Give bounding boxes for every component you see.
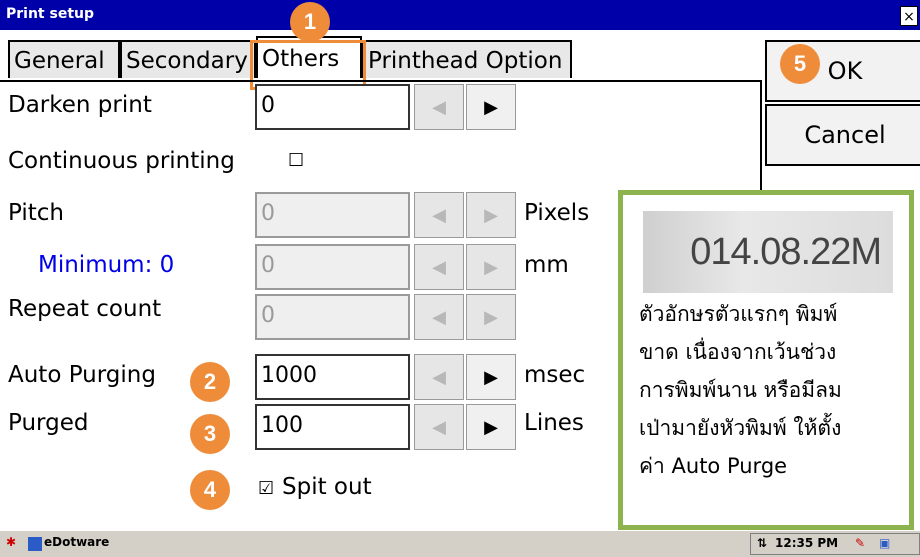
repeat-count-input[interactable]: 0	[255, 294, 410, 340]
minimum-decrease[interactable]: ◀	[414, 244, 464, 290]
taskbar-app[interactable]: eDotware	[44, 535, 109, 549]
right-arrow-icon: ▶	[484, 366, 498, 388]
callout-note: 014.08.22M ตัวอักษรตัวแรกๆ พิมพ์ ขาด เนื…	[618, 190, 914, 530]
repeat-count-decrease[interactable]: ◀	[414, 294, 464, 340]
right-arrow-icon: ▶	[484, 256, 498, 278]
repeat-count-increase[interactable]: ▶	[466, 294, 516, 340]
taskbar: ✱ eDotware ⇅ 12:35 PM ✎ ▣	[0, 530, 920, 557]
minimum-unit: mm	[524, 252, 569, 278]
callout-line: เป่ามายังหัวพิมพ์ ให้ตั้ง	[639, 416, 842, 440]
callout-line: ขาด เนื่องจากเว้นช่วง	[639, 340, 837, 364]
minimum-label: Minimum: 0	[38, 252, 175, 278]
pitch-unit: Pixels	[524, 200, 590, 226]
purged-input[interactable]: 100	[255, 404, 410, 450]
desktop-icon[interactable]: ▣	[879, 536, 890, 550]
minimum-increase[interactable]: ▶	[466, 244, 516, 290]
darken-print-label: Darken print	[8, 92, 152, 118]
left-arrow-icon: ◀	[432, 256, 446, 278]
repeat-count-label: Repeat count	[8, 296, 162, 322]
clock: 12:35 PM	[775, 536, 839, 550]
close-icon[interactable]: ×	[900, 6, 918, 26]
tab-label: Secondary	[126, 48, 248, 74]
tab-secondary[interactable]: Secondary	[120, 40, 256, 78]
purged-label: Purged	[8, 410, 89, 436]
continuous-printing-checkbox[interactable]: ☐	[288, 150, 304, 171]
system-tray: ⇅ 12:35 PM ✎ ▣	[750, 533, 920, 555]
step-badge-2: 2	[190, 362, 230, 402]
spit-out-checkbox[interactable]: ☑	[258, 478, 274, 499]
network-icon: ⇅	[757, 536, 768, 550]
tab-printhead-option[interactable]: Printhead Option	[362, 40, 572, 78]
window-title: Print setup	[6, 6, 95, 22]
left-arrow-icon: ◀	[432, 96, 446, 118]
pitch-input[interactable]: 0	[255, 192, 410, 238]
purged-increase[interactable]: ▶	[466, 404, 516, 450]
app-icon	[28, 537, 42, 551]
step-badge-5: 5	[780, 44, 820, 84]
step-badge-4: 4	[190, 470, 230, 510]
right-arrow-icon: ▶	[484, 204, 498, 226]
left-arrow-icon: ◀	[432, 204, 446, 226]
pitch-decrease[interactable]: ◀	[414, 192, 464, 238]
cancel-label: Cancel	[804, 121, 886, 149]
callout-line: การพิมพ์นาน หรือมีลม	[639, 378, 842, 402]
purged-decrease[interactable]: ◀	[414, 404, 464, 450]
auto-purging-label: Auto Purging	[8, 362, 156, 388]
start-icon[interactable]: ✱	[6, 535, 16, 549]
pitch-increase[interactable]: ▶	[466, 192, 516, 238]
auto-purging-input[interactable]: 1000	[255, 354, 410, 400]
callout-line: ค่า Auto Purge	[639, 454, 788, 478]
right-arrow-icon: ▶	[484, 306, 498, 328]
left-arrow-icon: ◀	[432, 306, 446, 328]
print-sample-image: 014.08.22M	[643, 211, 893, 293]
pitch-label: Pitch	[8, 200, 64, 226]
cancel-button[interactable]: Cancel	[765, 104, 920, 166]
auto-purging-decrease[interactable]: ◀	[414, 354, 464, 400]
right-arrow-icon: ▶	[484, 96, 498, 118]
darken-print-increase[interactable]: ▶	[466, 84, 516, 130]
left-arrow-icon: ◀	[432, 416, 446, 438]
step-badge-3: 3	[190, 414, 230, 454]
ok-label: OK	[827, 57, 863, 85]
tab-label: Printhead Option	[368, 48, 563, 74]
darken-print-decrease[interactable]: ◀	[414, 84, 464, 130]
tab-general[interactable]: General	[8, 40, 120, 78]
callout-line: ตัวอักษรตัวแรกๆ พิมพ์	[639, 302, 838, 326]
darken-print-input[interactable]: 0	[255, 84, 410, 130]
tab-label: General	[14, 48, 105, 74]
left-arrow-icon: ◀	[432, 366, 446, 388]
continuous-printing-label: Continuous printing	[8, 148, 235, 174]
auto-purging-increase[interactable]: ▶	[466, 354, 516, 400]
purged-unit: Lines	[524, 410, 584, 436]
callout-text: ตัวอักษรตัวแรกๆ พิมพ์ ขาด เนื่องจากเว้นช…	[639, 295, 903, 485]
right-arrow-icon: ▶	[484, 416, 498, 438]
spit-out-label: Spit out	[282, 474, 372, 500]
auto-purging-unit: msec	[524, 362, 586, 388]
edit-icon[interactable]: ✎	[855, 536, 865, 550]
step-badge-1: 1	[290, 2, 330, 42]
minimum-input[interactable]: 0	[255, 244, 410, 290]
title-bar: Print setup ×	[0, 0, 920, 30]
